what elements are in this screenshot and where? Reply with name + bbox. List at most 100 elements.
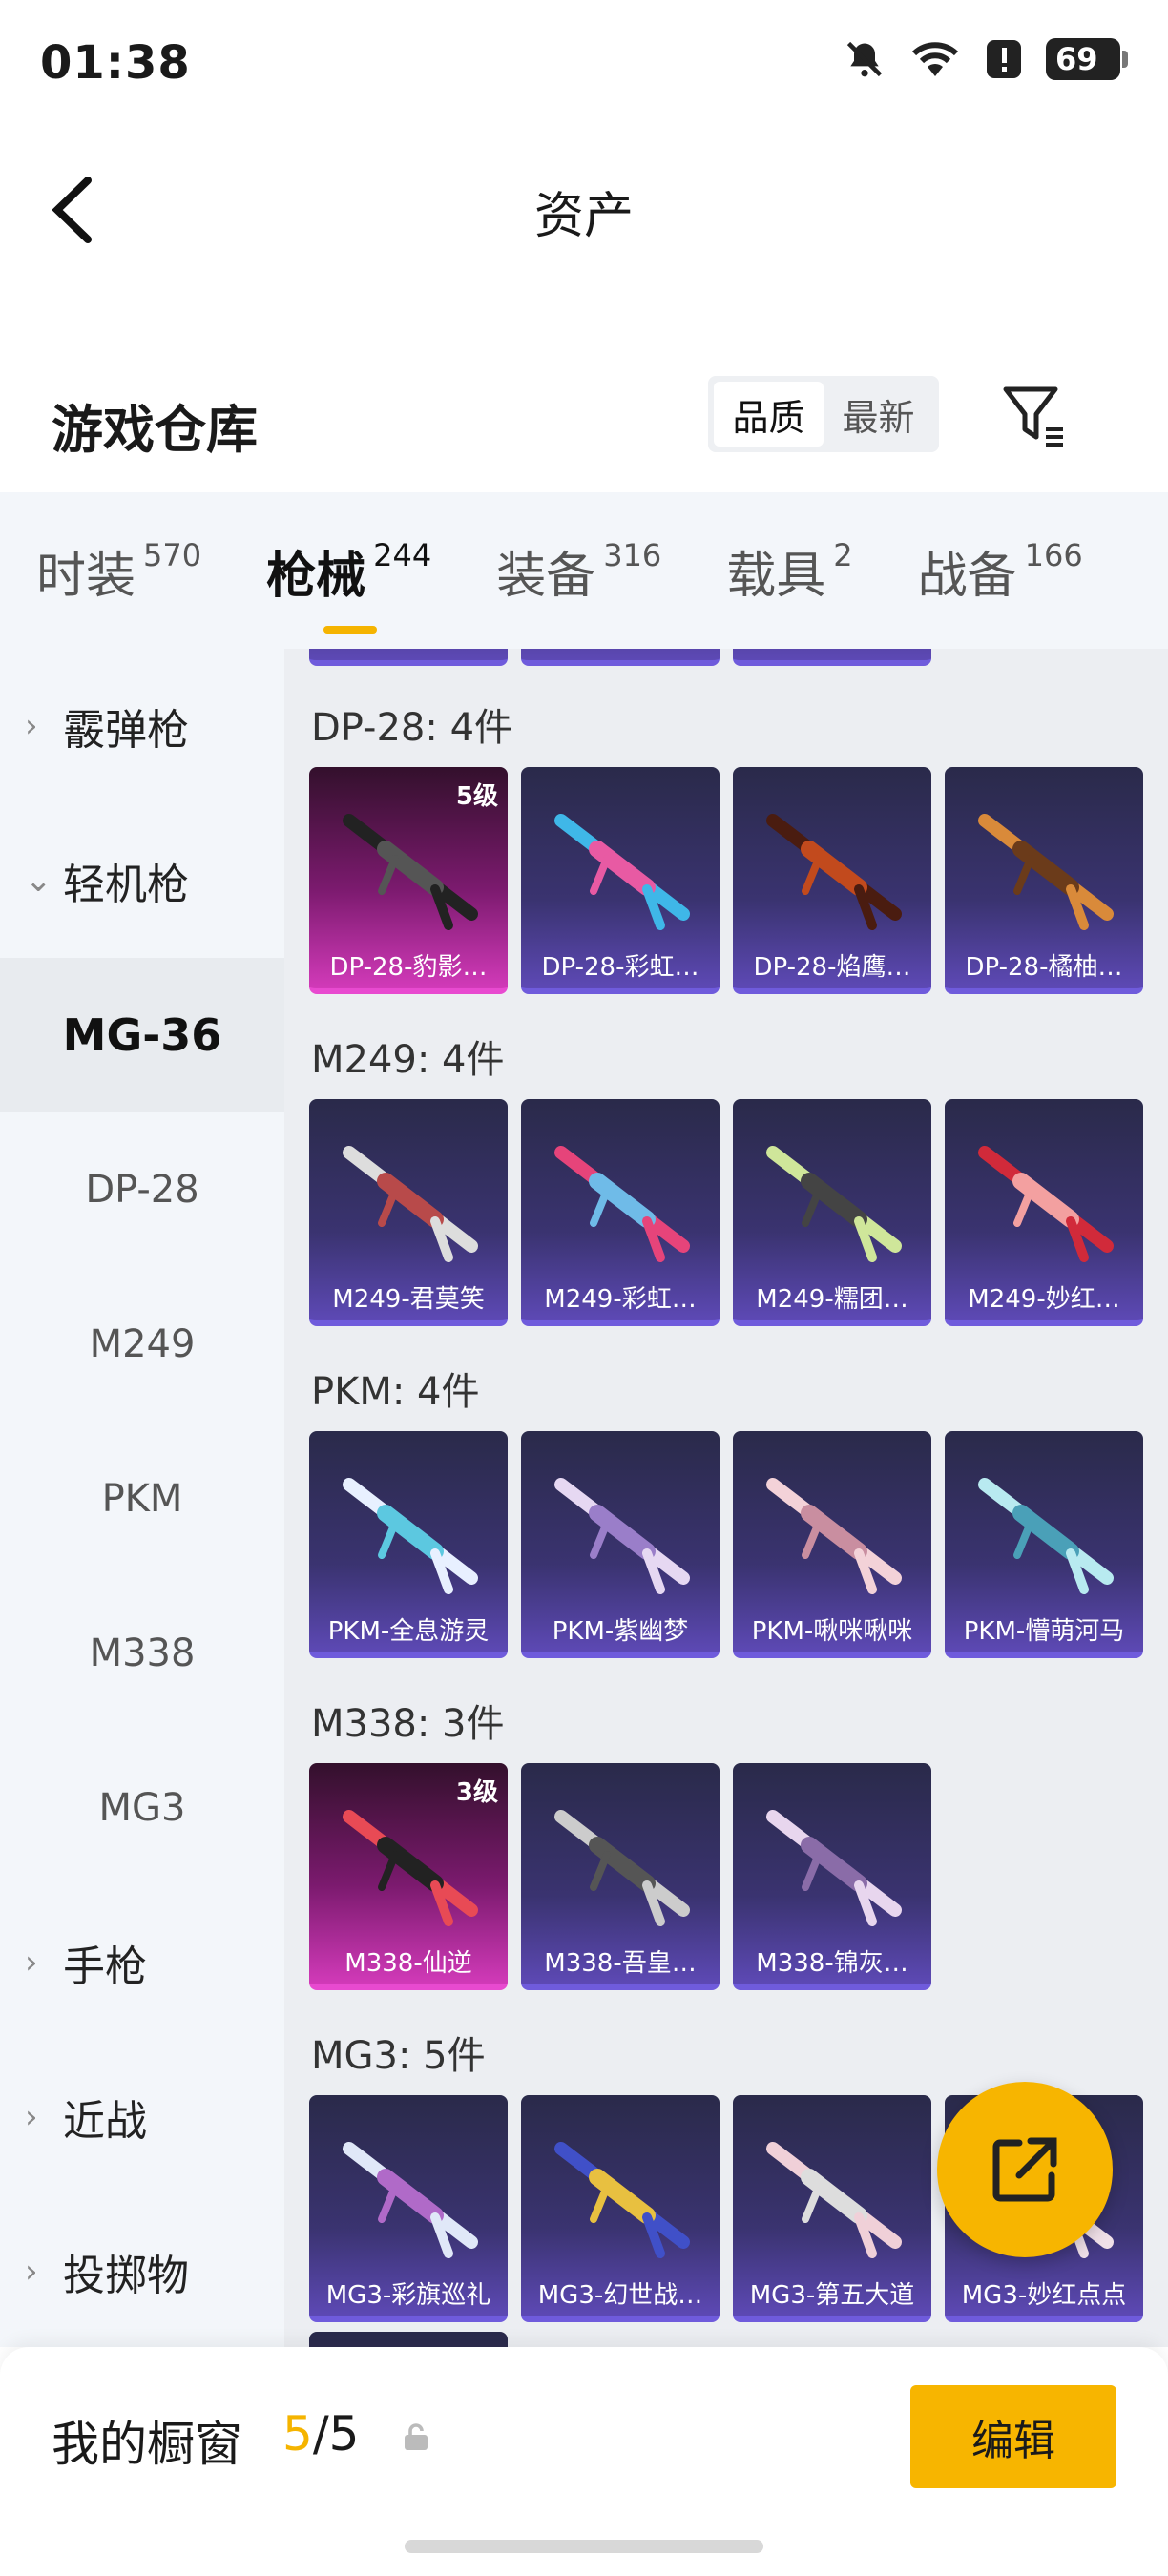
alert-icon [987,40,1021,78]
sidebar-item-lmg[interactable]: ⌄ 轻机枪 [0,803,284,958]
item-card[interactable]: PKM-全息游灵 [309,1431,508,1658]
gun-skin-image [766,1478,902,1594]
battery-indicator: 69 [1046,38,1128,80]
tab-guns[interactable]: 枪械 244 [266,535,431,634]
section-title: 游戏仓库 [52,400,258,460]
category-tabs: 时装 570 枪械 244 装备 316 载具 2 战备 166 [0,492,1168,649]
item-card[interactable]: M249-君莫笑 [309,1099,508,1326]
item-card[interactable]: M249-妙红… [945,1099,1143,1326]
item-card[interactable]: MG3-幻世战… [521,2095,720,2322]
tab-vehicles[interactable]: 载具 2 [726,535,852,607]
item-card[interactable]: M338-吾皇… [521,1763,720,1990]
item-name: M249-彩虹… [544,1285,697,1314]
sidebar-subitem-pkm[interactable]: PKM [0,1422,284,1576]
gun-skin-image [766,2142,902,2258]
gun-skin-image [766,1810,902,1926]
chevron-right-icon: › [25,707,38,745]
item-name: DP-28-彩虹… [541,953,699,982]
sidebar-item-pistol[interactable]: › 手枪 [0,1885,284,2040]
group-title: DP-28: 4件 [311,706,513,750]
status-time: 01:38 [40,36,191,90]
chevron-right-icon: › [25,1943,38,1982]
bell-off-icon [846,41,883,77]
item-card-partial[interactable] [309,649,508,666]
item-name: M249-君莫笑 [332,1285,485,1314]
sidebar-subitem-m249[interactable]: M249 [0,1267,284,1422]
item-card[interactable]: 5级 DP-28-豹影… [309,767,508,994]
item-name: PKM-懵萌河马 [963,1617,1125,1646]
page-title: 资产 [533,188,634,245]
wifi-icon [911,42,959,76]
sort-option-quality[interactable]: 品质 [714,382,824,447]
group-title: M249: 4件 [311,1038,505,1082]
chevron-right-icon: › [25,2253,38,2291]
item-card[interactable]: M249-彩虹… [521,1099,720,1326]
item-name: PKM-紫幽梦 [552,1617,689,1646]
home-indicator [405,2540,763,2553]
item-card[interactable]: 3级 M338-仙逆 [309,1763,508,1990]
item-card[interactable]: DP-28-焰鹰… [733,767,931,994]
level-badge: 5级 [455,782,498,811]
filter-icon [1003,386,1063,447]
showcase-label: 我的橱窗 [52,2417,242,2472]
app-header: 资产 [0,134,1168,277]
item-card[interactable]: MG3-第五大道 [733,2095,931,2322]
item-name: DP-28-橘柚… [965,953,1123,982]
item-card-partial[interactable] [733,649,931,666]
sidebar-subitem-m338[interactable]: M338 [0,1576,284,1731]
item-card[interactable]: DP-28-彩虹… [521,767,720,994]
tab-fashion[interactable]: 时装 570 [36,535,201,607]
group-title: M338: 3件 [311,1702,505,1746]
sidebar-subitem-mg3[interactable]: MG3 [0,1731,284,1885]
item-card[interactable]: PKM-懵萌河马 [945,1431,1143,1658]
battery-level: 69 [1046,38,1120,80]
item-card[interactable]: PKM-紫幽梦 [521,1431,720,1658]
item-name: M338-仙逆 [344,1949,472,1978]
tab-active-indicator [323,625,378,634]
item-card-partial[interactable] [521,649,720,666]
tab-supplies[interactable]: 战备 166 [918,535,1083,607]
item-name: MG3-幻世战… [537,2281,703,2310]
item-name: MG3-彩旗巡礼 [325,2281,491,2310]
item-name: DP-28-豹影… [329,953,488,982]
item-card[interactable]: M338-锦灰… [733,1763,931,1990]
group-title: PKM: 4件 [311,1370,480,1414]
item-name: M338-吾皇… [544,1949,697,1978]
sidebar-subitem-mg36[interactable]: MG-36 [0,958,284,1112]
gun-skin-image [554,814,690,930]
gun-skin-image [766,814,902,930]
sidebar-item-shotgun[interactable]: › 霰弹枪 [0,649,284,803]
gun-skin-image [554,2142,690,2258]
sidebar: › 霰弹枪 ⌄ 轻机枪 MG-36 DP-28 M249 PKM M338 MG3 … [0,649,284,2347]
sidebar-item-throwable[interactable]: › 投掷物 [0,2194,284,2349]
item-name: DP-28-焰鹰… [753,953,911,982]
item-card[interactable]: MG3-彩旗巡礼 [309,2095,508,2322]
item-card[interactable]: DP-28-橘柚… [945,767,1143,994]
sort-toggle: 品质 最新 [708,376,939,452]
showcase-count: 5/5 [282,2406,360,2462]
item-card[interactable]: M249-糯团… [733,1099,931,1326]
item-name: PKM-全息游灵 [327,1617,490,1646]
filter-button[interactable] [1000,384,1067,448]
share-fab[interactable] [937,2082,1113,2257]
gun-skin-image [554,1478,690,1594]
item-name: PKM-啾咪啾咪 [751,1617,913,1646]
gun-skin-image [343,1810,478,1926]
gun-skin-image [766,1146,902,1262]
item-name: M249-糯团… [756,1285,908,1314]
sort-option-newest[interactable]: 最新 [824,382,933,447]
item-card-partial[interactable] [309,2332,508,2347]
status-icons: 69 [844,38,1128,80]
gun-skin-image [978,1146,1114,1262]
lock-icon [405,2423,428,2450]
section-header: 游戏仓库 品质 最新 [0,363,1168,477]
item-name: MG3-第五大道 [749,2281,915,2310]
gun-skin-image [343,1478,478,1594]
item-card[interactable]: PKM-啾咪啾咪 [733,1431,931,1658]
chevron-down-icon: ⌄ [25,862,52,900]
sidebar-item-melee[interactable]: › 近战 [0,2040,284,2194]
tab-equipment[interactable]: 装备 316 [496,535,661,607]
sidebar-subitem-dp28[interactable]: DP-28 [0,1112,284,1267]
status-bar: 01:38 69 [0,0,1168,134]
edit-button[interactable]: 编辑 [910,2385,1116,2488]
